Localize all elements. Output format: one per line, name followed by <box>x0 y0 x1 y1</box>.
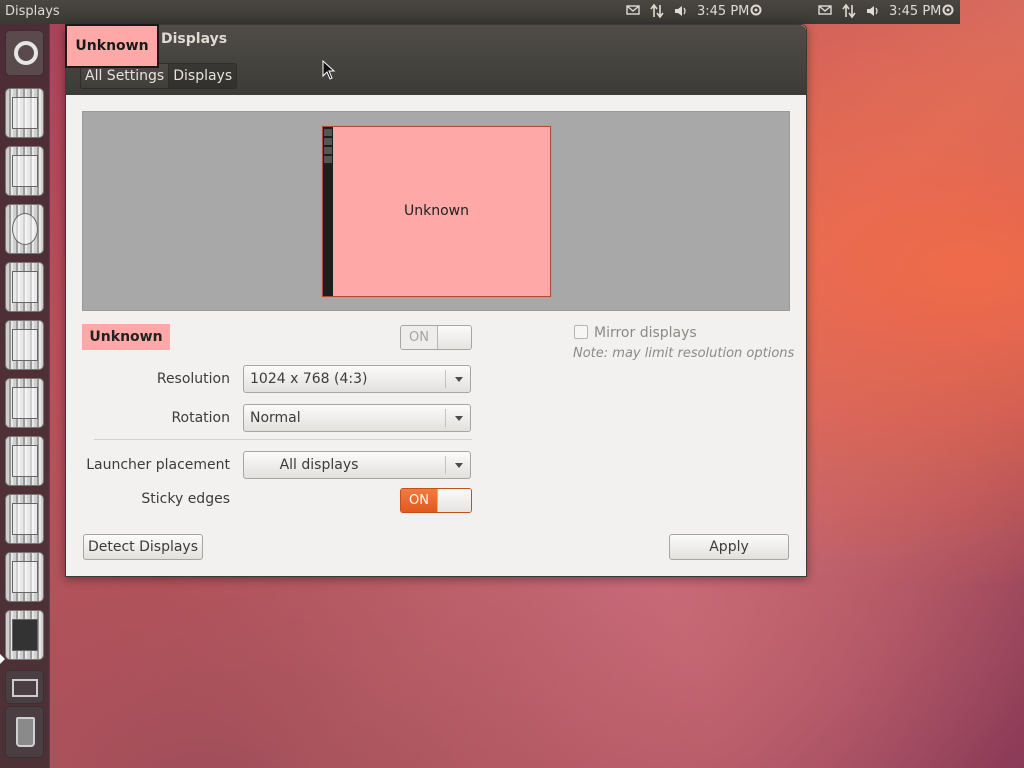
window-title: Displays <box>161 31 228 47</box>
rotation-label: Rotation <box>171 410 230 426</box>
writer-icon[interactable] <box>5 262 44 312</box>
display-power-switch[interactable]: ON <box>400 325 472 350</box>
displays-window: Displays All Settings Displays Unknown U… <box>65 24 807 577</box>
session-gear-icon[interactable] <box>941 3 955 17</box>
mail-icon[interactable] <box>626 3 640 17</box>
launcher-placement-label: Launcher placement <box>86 457 230 473</box>
chevron-down-icon <box>455 377 463 382</box>
monitor-preview-label: Unknown <box>404 203 469 219</box>
calc-icon[interactable] <box>5 320 44 370</box>
launcher-placement-value: All displays <box>279 457 359 473</box>
monitor-preview[interactable]: Unknown <box>322 126 551 297</box>
software-center-icon[interactable] <box>5 436 44 486</box>
trash-icon[interactable] <box>5 706 44 758</box>
section-divider <box>94 439 472 440</box>
chevron-down-icon <box>455 463 463 468</box>
session-gear-icon[interactable] <box>749 3 763 17</box>
sticky-edges-switch[interactable]: ON <box>400 488 472 513</box>
app-title: Displays <box>5 4 60 19</box>
system-settings-icon[interactable] <box>5 552 44 602</box>
chevron-down-icon <box>455 416 463 421</box>
launcher-placement-combo[interactable]: All displays <box>243 451 471 479</box>
launcher <box>0 24 50 768</box>
rotation-value: Normal <box>250 410 301 426</box>
mirror-displays-label: Mirror displays <box>594 325 697 341</box>
rotation-combo[interactable]: Normal <box>243 404 471 432</box>
apply-button[interactable]: Apply <box>669 534 789 560</box>
breadcrumb-displays[interactable]: Displays <box>168 64 237 88</box>
files-icon[interactable] <box>5 88 44 138</box>
workspace-switcher-icon[interactable] <box>5 670 44 704</box>
clock[interactable]: 3:45 PM <box>697 3 749 21</box>
display-identification-overlay: Unknown <box>65 24 159 68</box>
music-icon[interactable] <box>5 204 44 254</box>
active-app-indicator <box>0 654 5 664</box>
mail-icon[interactable] <box>818 3 832 17</box>
network-icon[interactable] <box>650 3 664 19</box>
sticky-edges-label: Sticky edges <box>141 491 230 507</box>
checkbox-box[interactable] <box>574 325 588 339</box>
resolution-value: 1024 x 768 (4:3) <box>250 371 368 387</box>
display-name-label: Unknown <box>82 324 170 350</box>
impress-icon[interactable] <box>5 378 44 428</box>
switch-on-label: ON <box>401 489 437 512</box>
top-panel: Displays 3:45 PM 3:45 PM <box>0 0 960 24</box>
mirror-note: Note: may limit resolution options <box>573 346 795 361</box>
switch-on-label: ON <box>401 326 437 349</box>
volume-icon[interactable] <box>673 3 689 19</box>
detect-displays-button[interactable]: Detect Displays <box>83 534 203 560</box>
folder-icon[interactable] <box>5 146 44 196</box>
display-arrangement-area[interactable]: Unknown <box>82 111 790 311</box>
switch-knob <box>437 326 471 349</box>
volume-icon[interactable] <box>865 3 881 19</box>
displays-icon[interactable] <box>5 610 44 660</box>
switch-knob <box>437 489 471 512</box>
mouse-cursor-icon <box>322 59 336 84</box>
clock[interactable]: 3:45 PM <box>889 3 941 21</box>
window-titlebar[interactable]: Displays All Settings Displays <box>66 25 806 95</box>
resolution-combo[interactable]: 1024 x 768 (4:3) <box>243 365 471 393</box>
ubuntu-one-icon[interactable] <box>5 494 44 544</box>
network-icon[interactable] <box>842 3 856 19</box>
resolution-label: Resolution <box>156 371 230 387</box>
dash-home-icon[interactable] <box>5 30 44 76</box>
mirror-displays-checkbox[interactable]: Mirror displays <box>574 325 697 341</box>
